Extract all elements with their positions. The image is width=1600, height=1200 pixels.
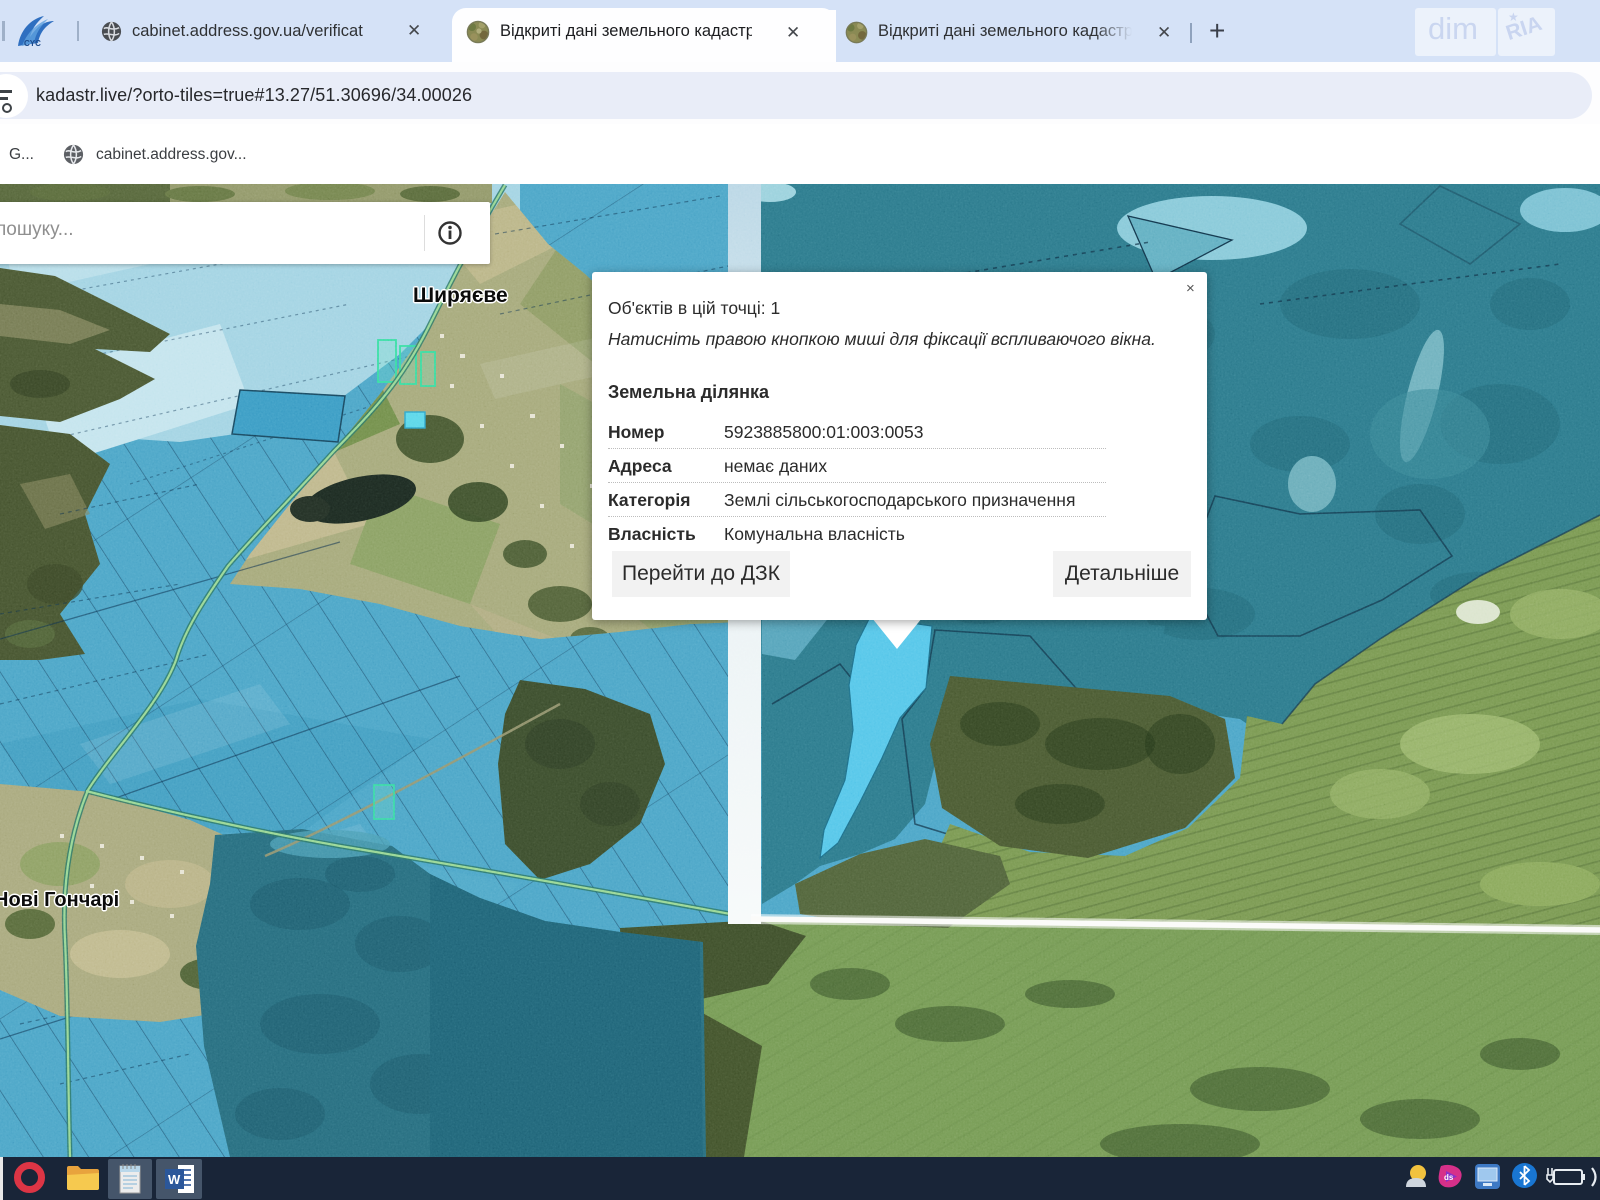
svg-text:ds: ds — [1444, 1173, 1454, 1182]
svg-text:CYC: CYC — [24, 39, 41, 48]
svg-text:W: W — [168, 1172, 181, 1187]
